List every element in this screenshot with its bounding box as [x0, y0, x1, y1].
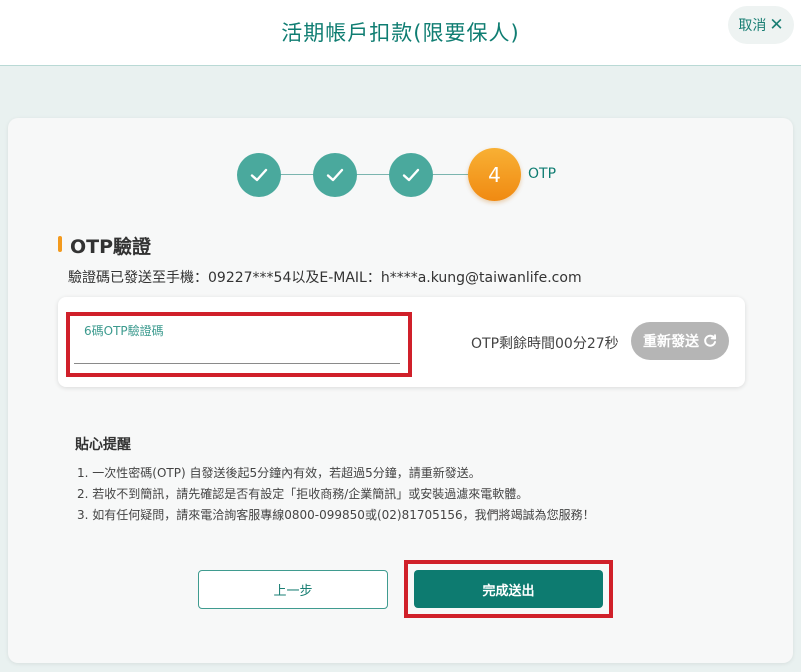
- page-header: 活期帳戶扣款(限要保人) 取消 ✕: [0, 0, 801, 66]
- page-title: 活期帳戶扣款(限要保人): [281, 21, 520, 45]
- step-2-done: [313, 153, 357, 197]
- step-3-done: [389, 153, 433, 197]
- submit-highlight: 完成送出: [404, 560, 613, 618]
- tip-item: 3. 如有任何疑問，請來電洽詢客服專線0800-099850或(02)81705…: [77, 508, 595, 522]
- otp-card: 4 OTP OTP驗證 驗證碼已發送至手機：09227***54以及E-MAIL…: [8, 118, 793, 663]
- section-accent-bar: [58, 236, 62, 252]
- cancel-button[interactable]: 取消 ✕: [728, 6, 794, 44]
- cancel-label: 取消: [738, 18, 767, 34]
- check-icon: [250, 168, 268, 182]
- step-connector: [354, 174, 394, 175]
- step-number: 4: [488, 162, 501, 187]
- otp-timer: OTP剩餘時間00分27秒: [471, 336, 619, 352]
- step-1-done: [237, 153, 281, 197]
- tip-item: 2. 若收不到簡訊，請先確認是否有設定「拒收商務/企業簡訊」或安裝過濾來電軟體。: [77, 487, 529, 501]
- progress-stepper: 4 OTP: [8, 118, 793, 228]
- step-4-current: 4: [468, 148, 521, 201]
- submit-button[interactable]: 完成送出: [414, 570, 603, 608]
- tips-title: 貼心提醒: [75, 437, 131, 453]
- resend-label: 重新發送: [643, 334, 699, 350]
- otp-input-panel: 6碼OTP驗證碼 OTP剩餘時間00分27秒 重新發送: [58, 297, 745, 387]
- otp-field-highlight: 6碼OTP驗證碼: [66, 312, 412, 377]
- check-icon: [326, 168, 344, 182]
- check-icon: [402, 168, 420, 182]
- step-connector: [430, 174, 470, 175]
- resend-button[interactable]: 重新發送: [631, 322, 729, 360]
- tips-list: 1. 一次性密碼(OTP) 自發送後起5分鐘內有效，若超過5分鐘，請重新發送。 …: [77, 465, 595, 528]
- otp-sent-to-text: 驗證碼已發送至手機：09227***54以及E-MAIL：h****a.kung…: [68, 270, 582, 286]
- step-4-label: OTP: [528, 166, 557, 182]
- tip-item: 1. 一次性密碼(OTP) 自發送後起5分鐘內有效，若超過5分鐘，請重新發送。: [77, 466, 481, 480]
- refresh-icon: [704, 334, 717, 347]
- otp-code-input[interactable]: [74, 338, 400, 364]
- step-connector: [278, 174, 318, 175]
- section-title: OTP驗證: [70, 236, 152, 258]
- close-icon: ✕: [769, 15, 784, 35]
- previous-step-button[interactable]: 上一步: [198, 570, 388, 609]
- otp-field-label: 6碼OTP驗證碼: [84, 324, 164, 338]
